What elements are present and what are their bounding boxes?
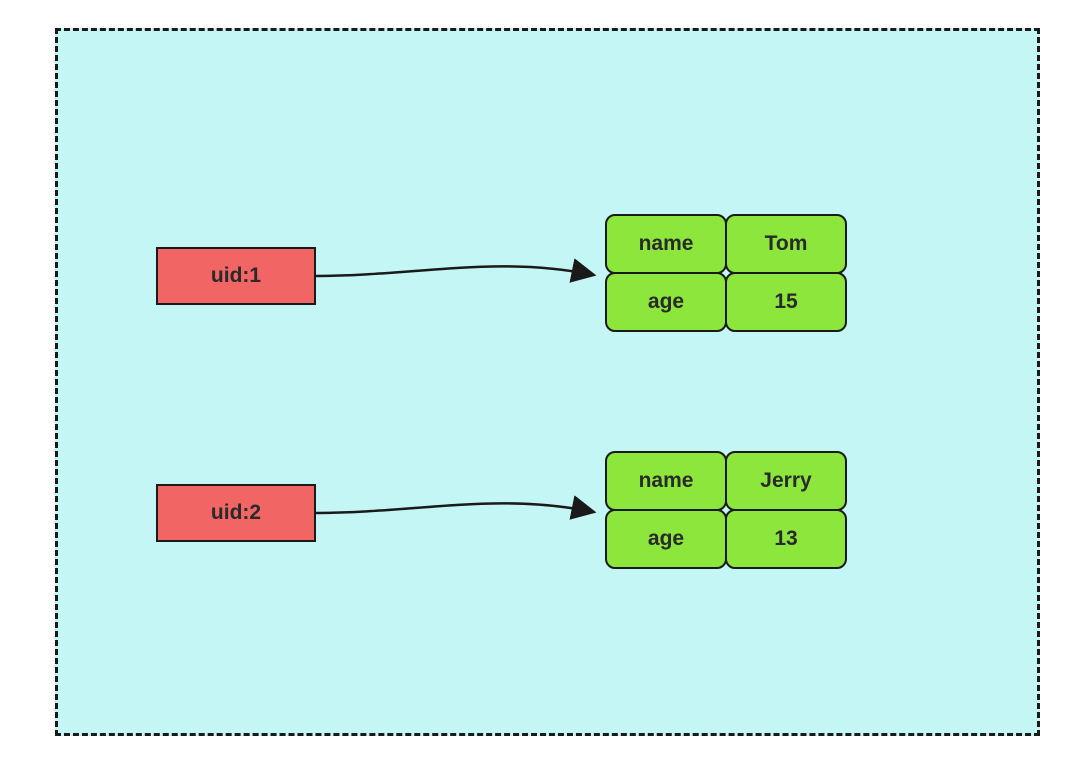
key-box-1: uid:1: [156, 247, 316, 305]
field-value: 15: [725, 272, 847, 332]
key-box-2: uid:2: [156, 484, 316, 542]
field-label: name: [605, 451, 727, 511]
value-grid-2: name Jerry age 13: [606, 452, 846, 568]
field-label: name: [605, 214, 727, 274]
arrow-icon: [316, 494, 616, 554]
diagram-container: uid:1 name Tom age 15 uid:2 name Jer: [55, 28, 1040, 736]
key-label: uid:2: [211, 501, 261, 525]
field-value: Tom: [725, 214, 847, 274]
key-label: uid:1: [211, 264, 261, 288]
field-label: age: [605, 509, 727, 569]
arrow-icon: [316, 257, 616, 317]
field-value: Jerry: [725, 451, 847, 511]
value-grid-1: name Tom age 15: [606, 215, 846, 331]
field-value: 13: [725, 509, 847, 569]
field-label: age: [605, 272, 727, 332]
